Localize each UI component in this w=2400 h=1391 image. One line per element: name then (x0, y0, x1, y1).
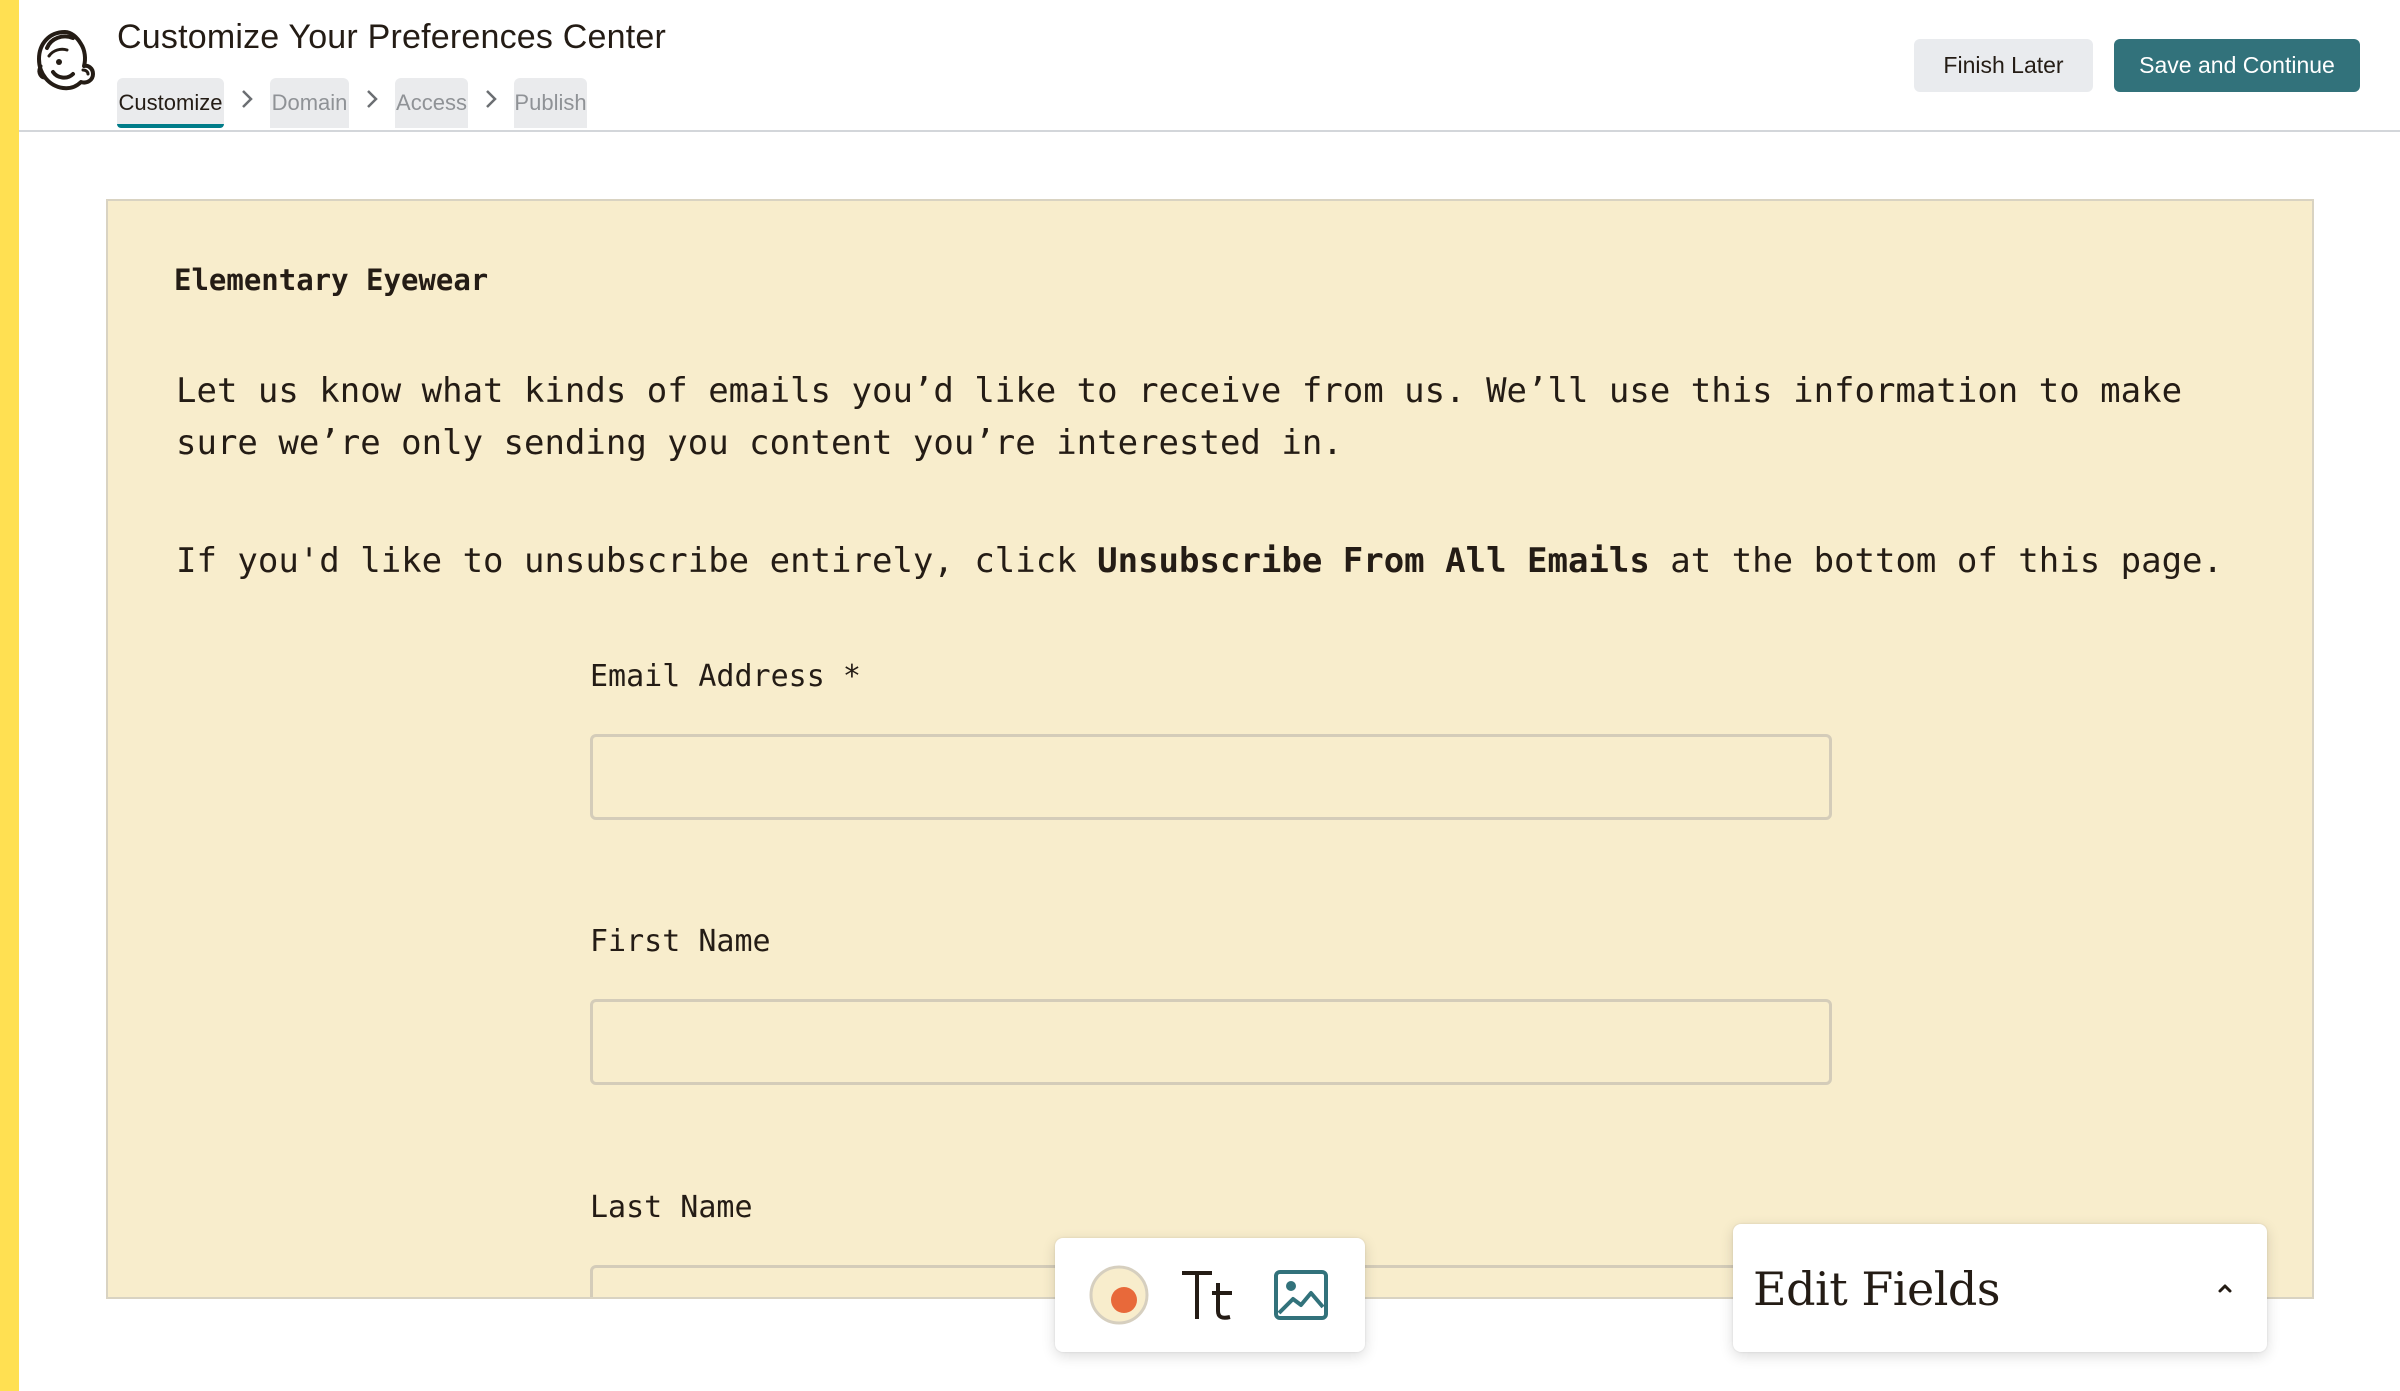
save-and-continue-button[interactable]: Save and Continue (2114, 39, 2360, 92)
brand-name[interactable]: Elementary Eyewear (174, 263, 488, 297)
preferences-preview-canvas: Elementary Eyewear Let us know what kind… (106, 199, 2314, 1299)
unsubscribe-note-suffix: at the bottom of this page. (1649, 541, 2223, 581)
step-publish[interactable]: Publish (514, 78, 587, 128)
color-palette-icon[interactable] (1084, 1260, 1154, 1330)
design-toolbar (1055, 1238, 1365, 1352)
intro-text[interactable]: Let us know what kinds of emails you’d l… (176, 365, 2236, 469)
unsubscribe-note[interactable]: If you'd like to unsubscribe entirely, c… (176, 535, 2276, 587)
email-address-label: Email Address * (590, 659, 861, 694)
last-name-label: Last Name (590, 1190, 753, 1225)
step-breadcrumb: Customize Domain Access Publish (117, 78, 587, 130)
edit-fields-panel[interactable]: Edit Fields (1733, 1224, 2267, 1352)
first-name-label: First Name (590, 924, 771, 959)
chevron-right-icon (468, 78, 514, 128)
unsubscribe-note-prefix: If you'd like to unsubscribe entirely, c… (176, 541, 1098, 581)
chevron-right-icon (224, 78, 270, 128)
step-access[interactable]: Access (395, 78, 468, 128)
page-title: Customize Your Preferences Center (117, 18, 666, 56)
step-customize[interactable]: Customize (117, 78, 224, 128)
preferences-center-editor: Customize Your Preferences Center Custom… (0, 0, 2400, 1391)
first-name-input[interactable] (590, 999, 1832, 1085)
finish-later-button[interactable]: Finish Later (1914, 39, 2093, 92)
edit-fields-title: Edit Fields (1753, 1262, 2000, 1316)
accent-stripe (0, 0, 19, 1391)
chevron-up-icon[interactable] (2213, 1276, 2237, 1300)
mailchimp-freddie-icon[interactable] (33, 26, 97, 96)
chevron-right-icon (349, 78, 395, 128)
step-domain[interactable]: Domain (270, 78, 349, 128)
editor-header: Customize Your Preferences Center Custom… (19, 0, 2400, 132)
email-address-input[interactable] (590, 734, 1832, 820)
text-style-icon[interactable] (1175, 1260, 1245, 1330)
image-icon[interactable] (1266, 1260, 1336, 1330)
unsubscribe-note-bold: Unsubscribe From All Emails (1097, 541, 1650, 581)
